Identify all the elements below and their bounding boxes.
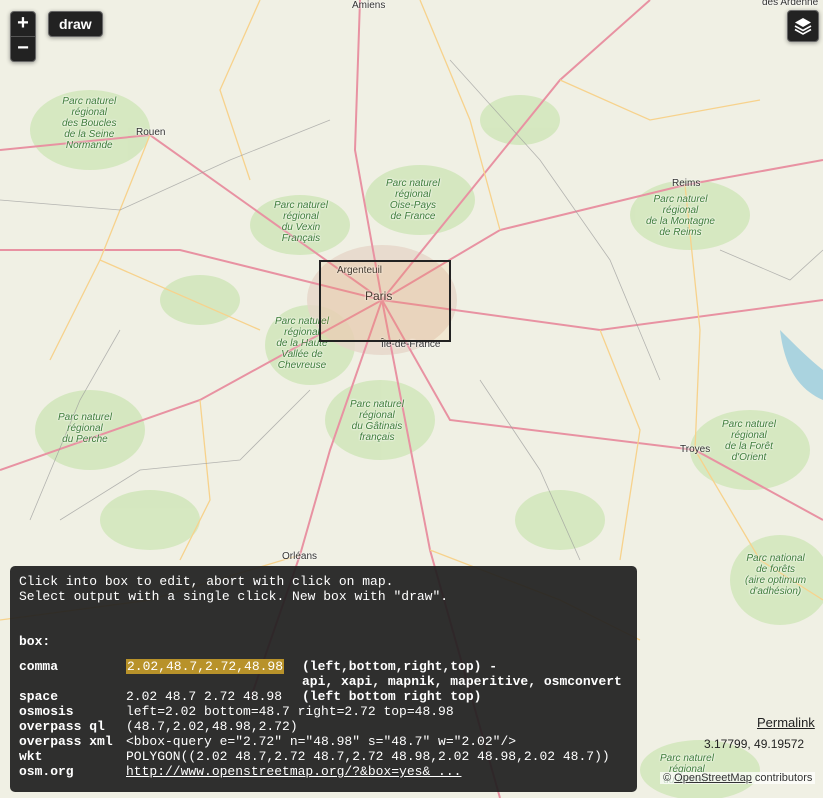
format-key-osmosis: osmosis <box>19 704 74 719</box>
format-note-comma: (left,bottom,right,top) - <box>302 659 498 674</box>
park-label-gatinais: Parc naturel régional du Gâtinais frança… <box>350 399 404 443</box>
park-line: régional <box>662 205 699 216</box>
format-key-osm-org: osm.org <box>19 764 74 779</box>
comma-value-highlight[interactable]: 2.02,48.7,2.72,48.98 <box>126 659 285 674</box>
layers-button[interactable] <box>787 10 819 42</box>
format-value-overpass-ql[interactable]: (48.7,2.02,48.98,2.72) <box>126 719 298 734</box>
map-attribution: © OpenStreetMap contributors <box>660 772 816 784</box>
format-key-comma: comma <box>19 659 59 674</box>
park-line: Parc naturel <box>660 753 714 764</box>
park-line: Parc naturel <box>58 412 112 423</box>
format-note2-comma: api, xapi, mapnik, maperitive, osmconver… <box>302 674 622 689</box>
park-line: de forêts <box>756 564 796 575</box>
box-label: box: <box>19 634 51 649</box>
city-label-amiens: Amiens <box>352 0 386 11</box>
park-line: de la Montagne <box>646 216 715 227</box>
park-line: Parc naturel <box>653 194 708 205</box>
park-line: (aire optimum <box>745 575 807 586</box>
format-value-space[interactable]: 2.02 48.7 2.72 48.98 <box>126 689 282 704</box>
park-line: Parc national <box>746 553 805 564</box>
park-line: Français <box>281 233 321 244</box>
park-line: Oise-Pays <box>389 200 437 211</box>
park-line: régional <box>731 430 767 441</box>
openstreetmap-link[interactable]: OpenStreetMap <box>674 772 752 784</box>
park-line: Parc naturel <box>62 96 117 107</box>
format-note-space: (left bottom right top) <box>302 689 482 704</box>
osm-org-link[interactable]: http://www.openstreetmap.org/?&box=yes& … <box>126 764 461 779</box>
park-line: français <box>359 432 395 443</box>
park-line: du Vexin <box>281 222 321 233</box>
city-label-orleans: Orléans <box>282 551 318 562</box>
park-line: Chevreuse <box>277 360 327 371</box>
format-key-overpass-ql: overpass ql <box>19 719 105 734</box>
format-key-wkt: wkt <box>19 749 43 764</box>
park-line: du Perche <box>62 434 108 445</box>
park-line: de Reims <box>659 227 702 238</box>
format-value-comma[interactable]: 2.02,48.7,2.72,48.98 <box>126 659 285 674</box>
format-value-wkt[interactable]: POLYGON((2.02 48.7,2.72 48.7,2.72 48.98,… <box>126 749 610 764</box>
city-label-rouen: Rouen <box>136 127 166 138</box>
park-label-vexin: Parc naturel régional du Vexin Français <box>274 200 328 244</box>
panel-intro-line1: Click into box to edit, abort with click… <box>19 574 394 589</box>
park-line: Normande <box>65 140 113 151</box>
park-line: de France <box>390 211 436 222</box>
attribution-prefix: © <box>663 772 675 784</box>
park-line: Parc naturel <box>274 200 328 211</box>
park-line: des Boucles <box>62 118 117 129</box>
cursor-coordinates: 3.17799, 49.19572 <box>704 737 805 751</box>
park-line: régional <box>67 423 103 434</box>
city-label-reims: Reims <box>672 178 701 189</box>
park-line: régional <box>71 107 108 118</box>
park-label-montagne-reims: Parc naturel régional de la Montagne de … <box>646 194 715 238</box>
park-line: régional <box>283 211 319 222</box>
park-label-oise-pays: Parc naturel régional Oise-Pays de Franc… <box>386 178 440 222</box>
park-line: Parc naturel <box>386 178 440 189</box>
park-label-boucles-seine: Parc naturel régional des Boucles de la … <box>62 96 116 151</box>
draw-button[interactable]: draw <box>48 11 103 37</box>
park-label-forets: Parc national de forêts (aire optimum d'… <box>745 553 806 597</box>
park-label-perche: Parc naturel régional du Perche <box>58 412 112 445</box>
format-key-overpass-xml: overpass xml <box>19 734 113 749</box>
park-line: d'Orient <box>731 452 767 463</box>
bounding-box[interactable] <box>319 260 451 342</box>
format-key-space: space <box>19 689 59 704</box>
layers-icon <box>794 18 812 35</box>
format-value-overpass-xml[interactable]: <bbox-query e="2.72" n="48.98" s="48.7" … <box>126 734 516 749</box>
zoom-out-button[interactable]: − <box>11 36 35 61</box>
park-line: Parc naturel <box>722 419 776 430</box>
zoom-in-button[interactable]: + <box>11 12 35 36</box>
park-line: régional <box>359 410 395 421</box>
park-line: de la Forêt <box>725 441 773 452</box>
format-value-osmosis[interactable]: left=2.02 bottom=48.7 right=2.72 top=48.… <box>126 704 454 719</box>
panel-intro-line2: Select output with a single click. New b… <box>19 589 449 604</box>
park-label-foret-orient: Parc naturel régional de la Forêt d'Orie… <box>722 419 776 463</box>
permalink-link[interactable]: Permalink <box>757 715 815 730</box>
city-label-top-right: des Ardenne <box>762 0 819 8</box>
park-line: régional <box>395 189 431 200</box>
park-line: d'adhésion) <box>749 586 802 597</box>
city-label-troyes: Troyes <box>680 444 711 455</box>
park-line: Parc naturel <box>350 399 404 410</box>
attribution-suffix: contributors <box>751 772 813 784</box>
bbox-output-panel: Click into box to edit, abort with click… <box>10 566 637 792</box>
park-line: de la Seine <box>64 129 115 140</box>
park-line: Vallée de <box>281 349 323 360</box>
zoom-control: + − <box>10 11 36 62</box>
park-line: du Gâtinais <box>351 421 403 432</box>
